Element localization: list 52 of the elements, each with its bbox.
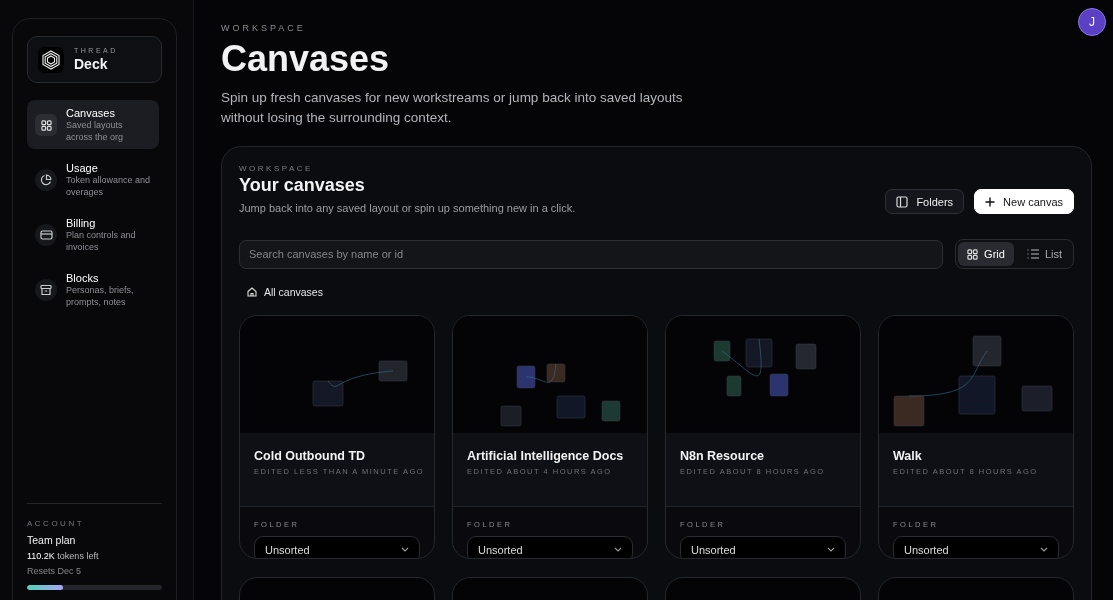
- breadcrumb-link[interactable]: All canvases: [247, 286, 1074, 298]
- plan-name: Team plan: [27, 534, 77, 546]
- brand-name: Deck: [74, 56, 109, 72]
- page-title: Canvases: [221, 39, 391, 79]
- folders-button[interactable]: Folders: [885, 189, 965, 214]
- folder-select[interactable]: Unsorted: [893, 536, 1059, 558]
- archive-icon: [40, 284, 52, 296]
- grid-icon: [40, 119, 52, 131]
- nav-item[interactable]: Blocks Personas, briefs, prompts, notes: [27, 265, 159, 314]
- account-label: ACCOUNT: [27, 519, 86, 528]
- canvas-title: Walk: [893, 449, 923, 463]
- new-canvas-button[interactable]: New canvas: [974, 189, 1074, 214]
- tokens-left: 110.2K tokens left: [27, 551, 100, 561]
- canvas-title: N8n Resource: [680, 449, 766, 463]
- nav-subtitle: Plan controls and invoices: [66, 230, 137, 253]
- nav-title: Billing: [66, 216, 97, 230]
- pie-chart-icon: [40, 174, 52, 186]
- panel-title: Your canvases: [239, 175, 366, 196]
- chevron-down-icon: [827, 547, 835, 552]
- chevron-down-icon: [614, 547, 622, 552]
- nav-item[interactable]: Usage Token allowance and overages: [27, 155, 159, 204]
- grid-icon: [967, 248, 979, 260]
- search-field[interactable]: Search canvases by name or id: [239, 239, 944, 269]
- canvas-title: Cold Outbound TD: [254, 449, 367, 463]
- user-avatar[interactable]: J: [1078, 8, 1106, 36]
- nav-title: Canvases: [66, 106, 116, 120]
- nav-subtitle: Saved layouts across the org: [66, 120, 125, 143]
- nav-title: Blocks: [66, 271, 100, 285]
- nav-item[interactable]: Canvases Saved layouts across the org: [27, 100, 159, 149]
- chevron-down-icon: [401, 547, 409, 552]
- folder-select[interactable]: Unsorted: [467, 536, 633, 558]
- list-icon: [1026, 249, 1039, 259]
- sidebar-panel-icon: [896, 195, 909, 208]
- folder-select[interactable]: Unsorted: [680, 536, 846, 558]
- folder-select[interactable]: Unsorted: [254, 536, 420, 558]
- view-tab[interactable]: List: [1017, 242, 1071, 266]
- panel-description: Jump back into any saved layout or spin up something new in a click.: [239, 202, 576, 214]
- view-tab[interactable]: Grid: [958, 242, 1014, 266]
- nav-subtitle: Token allowance and overages: [66, 175, 151, 198]
- credit-card-icon: [39, 230, 53, 240]
- plus-icon: [985, 196, 996, 207]
- nav-title: Usage: [66, 161, 99, 175]
- nav-item[interactable]: Billing Plan controls and invoices: [27, 210, 159, 259]
- page-eyebrow: WORKSPACE: [221, 23, 307, 33]
- nav-subtitle: Personas, briefs, prompts, notes: [66, 285, 135, 308]
- canvas-title: Artificial Intelligence Docs: [467, 449, 625, 463]
- hexagon-logo-icon: [41, 49, 61, 70]
- chevron-down-icon: [1040, 547, 1048, 552]
- panel-eyebrow: WORKSPACE: [239, 164, 314, 173]
- reset-date: Resets Dec 5: [27, 566, 83, 576]
- home-icon: [247, 287, 257, 297]
- page-description: Spin up fresh canvases for new workstreams or jump back into saved layouts without losing the surrounding context.: [221, 89, 684, 127]
